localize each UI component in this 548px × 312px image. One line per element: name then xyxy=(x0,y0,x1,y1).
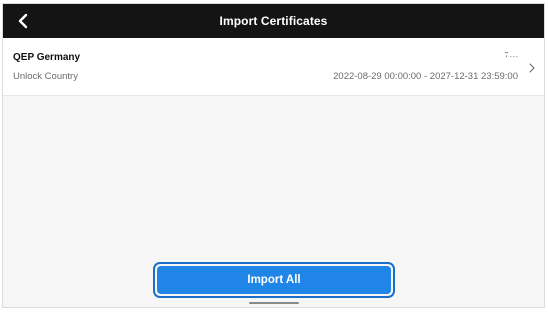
certificate-type: Unlock Country xyxy=(13,71,78,82)
certificate-name: QEP Germany xyxy=(13,52,81,63)
page-title: Import Certificates xyxy=(219,14,328,28)
import-all-focus-ring: Import All xyxy=(153,262,395,298)
location-pin-icon xyxy=(504,52,518,58)
home-indicator xyxy=(249,302,299,304)
chevron-right-icon xyxy=(529,63,535,73)
import-all-button[interactable]: Import All xyxy=(157,266,391,294)
header-bar: Import Certificates xyxy=(3,4,544,38)
certificate-item[interactable]: QEP Germany Unlock Country 2022-08-29 00… xyxy=(3,38,544,96)
app-frame: Import Certificates QEP Germany Unlock C… xyxy=(2,3,545,308)
certificate-date-range: 2022-08-29 00:00:00 - 2027-12-31 23:59:0… xyxy=(333,71,518,82)
